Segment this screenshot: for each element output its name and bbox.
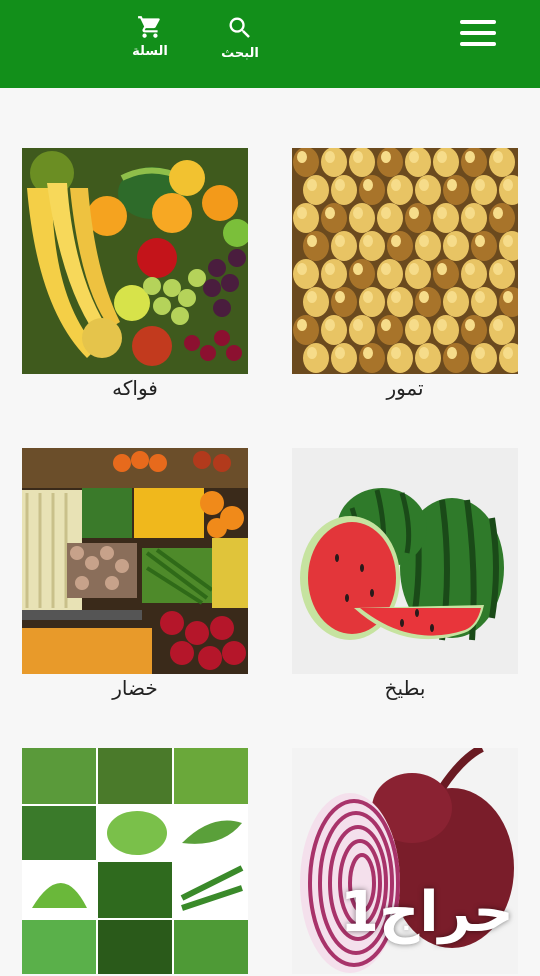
cart-label: السلة <box>132 44 168 59</box>
watermelon-image <box>292 448 518 674</box>
category-card-greens[interactable] <box>22 748 248 976</box>
watermark: حراج1 <box>340 880 514 945</box>
category-label: بطيخ <box>384 676 426 700</box>
category-grid: تمور فواكه بطيخ خضار <box>0 88 540 974</box>
vegetables-image <box>22 448 248 674</box>
category-label: تمور <box>386 376 424 400</box>
category-label: خضار <box>112 676 158 700</box>
menu-line <box>460 42 496 46</box>
menu-line <box>460 20 496 24</box>
cart-button[interactable]: السلة <box>126 14 174 59</box>
search-button[interactable]: البحث <box>214 14 266 61</box>
search-icon <box>229 17 250 38</box>
fruits-image <box>22 148 248 374</box>
menu-line <box>460 31 496 35</box>
category-label: فواكه <box>112 376 158 400</box>
cart-icon <box>138 16 160 38</box>
leafy-greens-image <box>22 748 248 974</box>
category-card-vegetables[interactable]: خضار <box>22 448 248 700</box>
search-label: البحث <box>221 46 259 61</box>
category-card-watermelon[interactable]: بطيخ <box>292 448 518 700</box>
top-app-bar: السلة البحث <box>0 0 540 88</box>
dates-image <box>292 148 518 374</box>
category-card-dates[interactable]: تمور <box>292 148 518 400</box>
hamburger-menu-button[interactable] <box>460 20 496 48</box>
category-card-fruits[interactable]: فواكه <box>22 148 248 400</box>
